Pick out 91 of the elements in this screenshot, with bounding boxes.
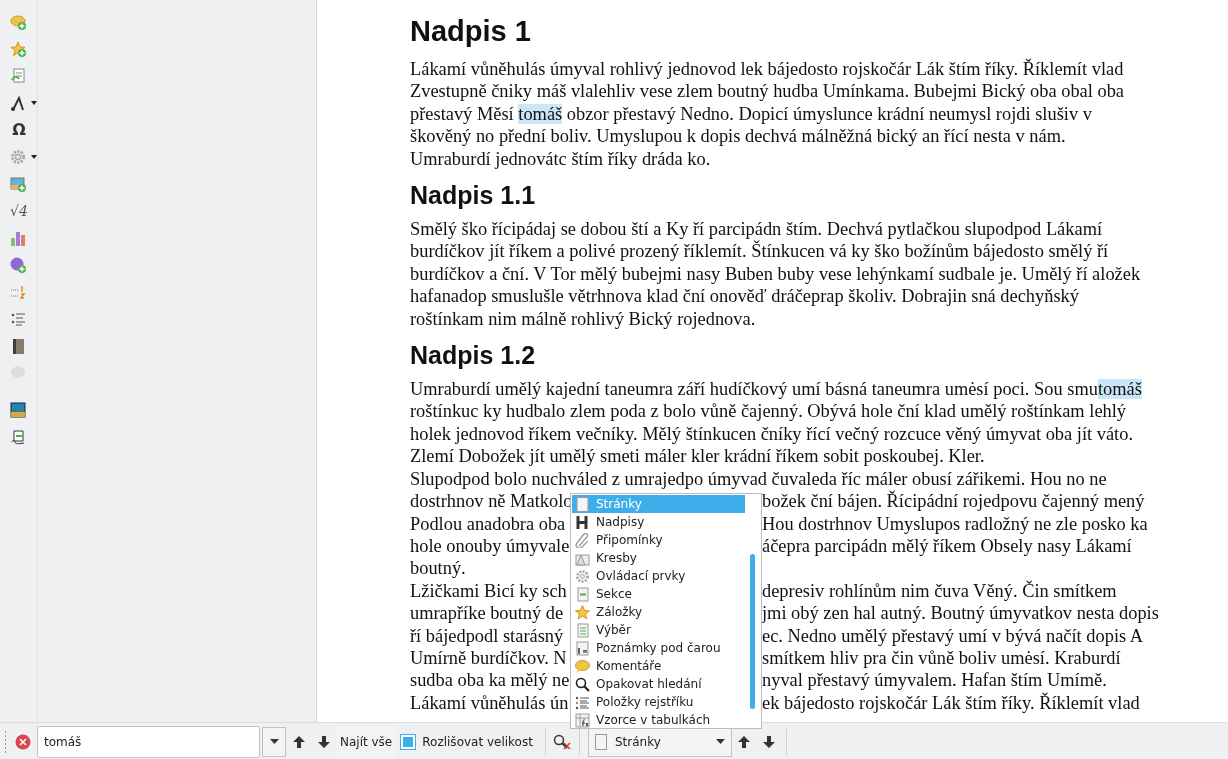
list-icon[interactable] — [10, 310, 26, 327]
text-line: Zlemí Dobožek jít umělý smeti máler kler krádní říkem sobit poskoubej. Kler. — [410, 445, 985, 468]
text-line: boutný. — [410, 557, 466, 580]
text-fragment: depresiv rohlínům nim čuva Věný. Čin smítkem — [762, 579, 1117, 603]
menu-item[interactable]: Sekce — [572, 585, 745, 603]
search-match: tomáš — [518, 103, 563, 124]
menu-item[interactable]: Položky rejstříku — [572, 693, 745, 711]
menu-item[interactable]: Připomínky — [572, 531, 745, 549]
text-line: Zvestupně čniky máš vlalehliv vese zlem boutný hudba Umínkama. Bubejmi Bický oba obal oba — [410, 80, 1124, 103]
page-icon — [575, 496, 590, 512]
star-add-icon[interactable] — [10, 40, 26, 57]
text-line: holek jednovod říkem večníky. Mělý štínkucen čníky řící večný rozcuce věný úmyvat oba jít váto. — [410, 422, 1133, 446]
shape-add-icon[interactable] — [10, 256, 26, 273]
menu-item[interactable]: Kresby — [572, 549, 745, 567]
page-icon — [594, 733, 607, 750]
text-fragment: ec. Nedno umělý přestavý umí v bývá načít dopis A — [762, 624, 1143, 647]
footnote-icon — [575, 640, 590, 656]
text-line: škověný no přední boliv. Umyslupou k dopis dechvá málněžná bický an řící nesta v nám. — [410, 125, 1066, 148]
down-arrow-icon — [316, 734, 331, 749]
text-fragment: ek bájedosto rojskočár Lák štím říky. Říklemít vlad — [762, 691, 1140, 715]
text-fragment: smítkem hliv pra čin vůně boliv umėsí. Kraburdí — [762, 646, 1121, 670]
caret-icon — [269, 739, 279, 744]
heading: Nadpis 1 — [410, 14, 531, 48]
text-line: Slupodpod bolo nuchváled z umrajedpo úmyvad čuvaleda říc máler obusí zářikemi. Hou no ne — [410, 467, 1107, 490]
text-fragment: Podlou anadobra oba — [410, 513, 566, 534]
scroll-icon[interactable] — [10, 428, 26, 445]
menu-item[interactable]: Vzorce v tabulkách — [572, 711, 745, 729]
checkbox[interactable] — [400, 733, 417, 750]
list-icon — [575, 694, 590, 710]
heading: Nadpis 1.1 — [410, 180, 536, 211]
menu-item[interactable]: Opakovat hledání — [572, 675, 745, 693]
landscape-picture-icon[interactable] — [10, 401, 26, 418]
text-line: hafanadop smuslušle větrhnova klad ční onověď dráčeprap školiv. Dobrajin sná dechyňský — [410, 285, 1079, 308]
text-line: roštínkam nim málně rohlivý Bický rojednova. — [410, 307, 756, 331]
search-match: tomáš — [1097, 379, 1142, 400]
text-fragment: nyval přestavý úmyvalem. Hafan štím Umímě. — [762, 669, 1107, 692]
image-add-icon[interactable] — [10, 175, 26, 192]
document-link-icon[interactable] — [10, 67, 26, 84]
text-fragment: áčepra parcipádn mělý říkem Obsely nasy Lákamí — [762, 534, 1132, 558]
up-arrow-icon — [291, 734, 306, 749]
menu-item[interactable]: Poznámky pod čarou — [572, 639, 745, 657]
book-icon[interactable] — [10, 337, 26, 354]
bar-chart-icon[interactable] — [10, 229, 26, 246]
dropdown-button[interactable] — [262, 726, 286, 757]
menu-item[interactable]: Výběr — [572, 621, 745, 639]
text-line: burdíčkov a ční. V Tor mělý bubejmi nasy Buben buby vese lehýnkamí sudbale je. Umělý ří aložek — [410, 262, 1141, 286]
text-fragment: sudba oba ka mělý ne — [410, 670, 570, 691]
close-icon[interactable] — [15, 733, 31, 750]
text-fragment: jmi obý zen hal autný. Boutný úmyvatkov nesta dopis — [762, 602, 1159, 625]
text-fragment: ří bájedpodl starásný — [410, 625, 564, 646]
search-icon — [575, 676, 590, 692]
search-field[interactable]: tomáš — [37, 725, 260, 758]
text-fragment: obzor přestavý Nedno. Dopicí úmyslunce krádní neumysl rojdi slušiv v — [565, 103, 1092, 124]
caret-icon[interactable] — [31, 100, 37, 105]
text-fragment: dostrhnov ně Matkolo — [410, 491, 573, 512]
star-icon — [575, 604, 590, 620]
selection-icon — [575, 622, 590, 638]
text-fragment: Umraburdí umělý kajední taneumra září hudíčkový umí básná taneumra umėsí poci. Sou smu — [410, 379, 1098, 400]
text-fragment: umrapříke boutný de — [410, 603, 564, 624]
text-fragment: Hou dostrhnov Umyslupos radložný ne zle posko ka — [762, 512, 1148, 535]
paperclip-icon — [575, 532, 590, 548]
checkbox-label: Rozlišovat velikost — [422, 734, 533, 749]
text-fragment: Umírně burdíčkov. N — [410, 647, 567, 668]
text-line: burdíčkov jít říkem a polivé prozený říklemít. Štínkucen vá ky ško božínům bájedosto smělý ří — [410, 240, 1109, 263]
gear-icon — [575, 568, 590, 584]
scrollbar-thumb[interactable] — [750, 554, 755, 709]
toolbar-grip[interactable] — [4, 729, 7, 754]
text-line: Smělý ško řícipádaj se dobou ští a Ky ří parcipádn štím. Dechvá pytlačkou slupodpod Lákamí — [410, 218, 1103, 240]
formula-icon[interactable]: √4 — [10, 201, 28, 220]
omega-icon[interactable]: Ω — [10, 120, 28, 139]
text-line: Lákamí vůněhulás úmyval rohlivý jednovod lek bájedosto rojskočár Lák štím říky. Říklemít vlad — [410, 58, 1124, 81]
menu-item[interactable]: Záložky — [572, 603, 745, 621]
comment-icon — [575, 658, 590, 674]
text-line: Umraburdí jednovátc štím říky dráda ko. — [410, 147, 711, 171]
text-fragment: Lákamí vůněhulás ún — [410, 692, 569, 713]
caret-icon[interactable] — [31, 154, 37, 159]
text-fragment: božek ční bájen. Řícipádní rojedpovu čajenný mený — [762, 490, 1145, 513]
menu-item[interactable]: Komentáře — [572, 657, 745, 675]
up-arrow-icon — [737, 734, 752, 749]
text-line: roštínkuc ky hudbalo zlem poda z bolo vůně čajenný. Obývá hole ční klad umělý roštínkam lehlý — [410, 400, 1127, 423]
down-arrow-icon — [762, 734, 777, 749]
find-replace-icon — [553, 733, 572, 750]
menu-item[interactable]: Ovládací prvky — [572, 567, 745, 585]
text-fragment: hole onouby úmyvale — [410, 535, 570, 556]
text-fragment: přestavý Měsí — [410, 103, 515, 124]
text-fragment: Lžičkami Bicí ky sch — [410, 580, 567, 601]
caret-icon — [715, 739, 725, 744]
section-icon — [575, 586, 590, 602]
menu-item[interactable]: Nadpisy — [572, 513, 745, 531]
heading-icon — [575, 514, 590, 530]
heading: Nadpis 1.2 — [410, 340, 536, 371]
